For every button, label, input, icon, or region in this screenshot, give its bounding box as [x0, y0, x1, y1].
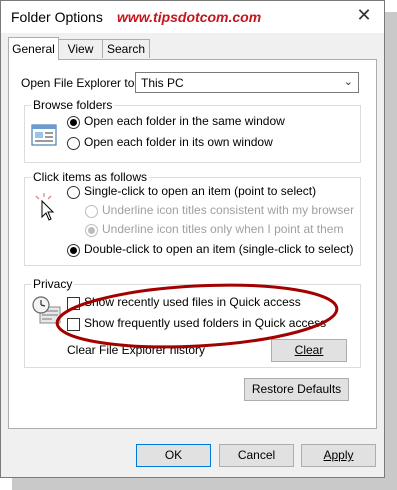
click-items-group: Click items as follows Single-click to o… [24, 170, 361, 266]
tab-search[interactable]: Search [102, 39, 150, 58]
folder-options-dialog: Folder Options www.tipsdotcom.com ✕ Gene… [0, 0, 385, 478]
browse-folders-group: Browse folders Open each folder in the s… [24, 98, 361, 163]
same-window-label[interactable]: Open each folder in the same window [84, 114, 285, 128]
restore-defaults-label: Restore Defaults [251, 382, 342, 396]
radio-own-window[interactable] [67, 137, 80, 150]
apply-button[interactable]: Apply [301, 444, 376, 467]
radio-underline-point[interactable] [85, 224, 98, 237]
double-click-label[interactable]: Double-click to open an item (single-cli… [84, 242, 353, 256]
window-icon [31, 122, 57, 151]
apply-button-label: Apply [323, 448, 354, 462]
radio-same-window[interactable] [67, 116, 80, 129]
radio-single-click[interactable] [67, 186, 80, 199]
chevron-down-icon: ⌄ [343, 76, 353, 88]
window-title: Folder Options [11, 9, 103, 25]
click-items-title: Click items as follows [31, 170, 150, 184]
title-bar: Folder Options www.tipsdotcom.com ✕ [1, 1, 384, 33]
close-icon[interactable]: ✕ [354, 5, 374, 26]
underline-point-label[interactable]: Underline icon titles only when I point … [102, 222, 343, 236]
single-click-label[interactable]: Single-click to open an item (point to s… [84, 184, 316, 198]
open-explorer-value: This PC [141, 76, 184, 90]
ok-button[interactable]: OK [136, 444, 211, 467]
radio-underline-browser[interactable] [85, 205, 98, 218]
own-window-label[interactable]: Open each folder in its own window [84, 135, 273, 149]
open-explorer-label: Open File Explorer to: [21, 76, 138, 90]
tab-view[interactable]: View [58, 39, 103, 58]
watermark-text: www.tipsdotcom.com [117, 9, 262, 25]
general-panel: Open File Explorer to: This PC ⌄ Browse … [8, 59, 377, 429]
underline-browser-label[interactable]: Underline icon titles consistent with my… [102, 203, 354, 217]
restore-defaults-button[interactable]: Restore Defaults [244, 378, 349, 401]
cursor-click-icon [33, 192, 57, 225]
tab-general[interactable]: General [8, 37, 59, 60]
cancel-button[interactable]: Cancel [219, 444, 294, 467]
browse-folders-title: Browse folders [31, 98, 115, 112]
radio-double-click[interactable] [67, 244, 80, 257]
open-explorer-select[interactable]: This PC ⌄ [135, 72, 359, 93]
highlight-ellipse [49, 276, 349, 359]
